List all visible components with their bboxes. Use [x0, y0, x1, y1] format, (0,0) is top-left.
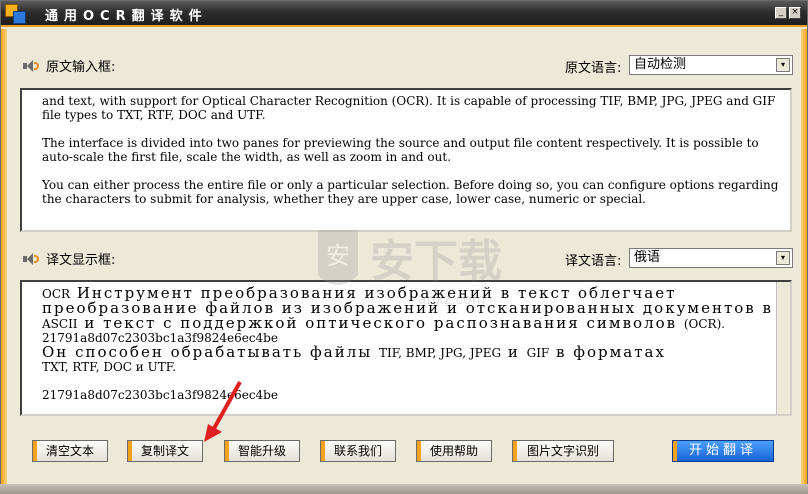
svg-text:anxz.com: anxz.com: [418, 292, 485, 308]
svg-text:安下载: 安下载: [370, 236, 502, 287]
contact-us-button[interactable]: 联系我们: [320, 440, 396, 462]
output-label: 译文显示框:: [22, 249, 115, 268]
window-title: 通用OCR翻译软件: [45, 9, 208, 24]
output-scrollbar[interactable]: [776, 282, 790, 414]
dropdown-arrow-icon[interactable]: ▾: [776, 251, 790, 265]
right-frame: [801, 29, 807, 494]
copy-translation-button[interactable]: 复制译文: [127, 440, 203, 462]
title-bar[interactable]: 通用OCR翻译软件 _ ×: [1, 1, 807, 27]
dropdown-arrow-icon[interactable]: ▾: [776, 58, 790, 72]
source-lang-select[interactable]: 自动检测 ▾: [629, 55, 793, 75]
output-lang-label: 译文语言:: [565, 254, 622, 269]
watermark-logo: 安 安下载 anxz.com: [318, 230, 502, 308]
source-lang-label: 原文语言:: [565, 61, 622, 76]
clear-text-button[interactable]: 清空文本: [32, 440, 108, 462]
app-logo-icon: [5, 4, 27, 24]
source-textbox[interactable]: and text, with support for Optical Chara…: [20, 88, 792, 232]
speaker-icon: [22, 252, 40, 266]
speaker-icon: [22, 59, 40, 73]
help-button[interactable]: 使用帮助: [416, 440, 492, 462]
left-frame: [1, 29, 7, 494]
annotation-arrow-icon: [204, 381, 242, 442]
minimize-button[interactable]: _: [775, 7, 787, 19]
svg-text:安: 安: [326, 242, 350, 270]
image-ocr-button[interactable]: 图片文字识别: [512, 440, 614, 462]
bottom-frame: [0, 484, 808, 494]
source-text: and text, with support for Optical Chara…: [42, 94, 779, 206]
close-button[interactable]: ×: [789, 7, 801, 19]
hash-line: 21791a8d07c2303bc1a3f9824e6ec4be: [42, 388, 278, 402]
start-translate-button[interactable]: 开始翻译: [672, 440, 774, 462]
output-lang-select[interactable]: 俄语 ▾: [629, 248, 793, 268]
source-label: 原文输入框:: [22, 56, 115, 75]
